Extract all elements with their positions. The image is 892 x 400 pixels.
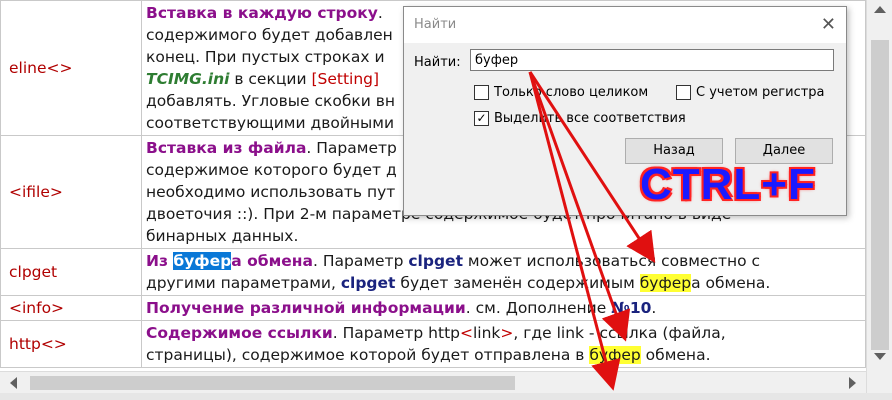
description-cell: Получение различной информации. см. Допо… xyxy=(141,295,866,321)
description-cell: Содержимое ссылки. Параметр http<link>, … xyxy=(141,320,866,368)
dialog-titlebar: Найти ✕ xyxy=(404,7,846,43)
scroll-left-icon[interactable] xyxy=(10,377,17,389)
ini-section: [Setting] xyxy=(311,70,380,88)
param-cell: eline<> xyxy=(0,0,142,136)
highlight-all-label: Выделить все соответствия xyxy=(494,111,686,126)
find-label: Найти: xyxy=(414,55,461,70)
param-cell: clpget xyxy=(0,248,142,296)
whole-word-label: Только слово целиком xyxy=(494,85,649,100)
param-cell: http<> xyxy=(0,320,142,368)
dialog-title: Найти xyxy=(414,17,457,32)
search-match: буфер xyxy=(639,274,692,292)
horizontal-scrollbar[interactable] xyxy=(0,371,866,394)
search-match: буфер xyxy=(589,346,641,364)
scroll-right-icon[interactable] xyxy=(849,377,856,389)
close-icon[interactable]: ✕ xyxy=(821,14,836,35)
description-title: Содержимое ссылки xyxy=(146,324,333,342)
table-row: http<> Содержимое ссылки. Параметр http<… xyxy=(0,320,866,368)
checkbox-box[interactable] xyxy=(474,85,489,100)
description-title: Вставка из файла xyxy=(146,139,307,157)
ini-filename: TCIMG.ini xyxy=(146,70,230,88)
table-row: clpget Из буфера обмена. Параметр clpget… xyxy=(0,248,866,296)
keyword: clpget xyxy=(340,274,396,292)
checkmark-icon[interactable]: ✓ xyxy=(474,111,489,126)
table-row: <info> Получение различной информации. с… xyxy=(0,295,866,321)
find-input[interactable] xyxy=(470,49,834,71)
status-strip xyxy=(0,393,892,400)
param-cell: <ifile> xyxy=(0,135,142,249)
scroll-up-icon[interactable] xyxy=(874,6,886,13)
match-case-checkbox[interactable]: С учетом регистра xyxy=(676,85,825,100)
scroll-down-icon[interactable] xyxy=(874,353,886,360)
description-title: Вставка в каждую строку xyxy=(146,4,378,22)
vertical-scroll-thumb[interactable] xyxy=(871,40,889,350)
checkbox-box[interactable] xyxy=(676,85,691,100)
appendix-link[interactable]: №10 xyxy=(611,299,651,317)
match-case-label: С учетом регистра xyxy=(696,85,825,100)
whole-word-checkbox[interactable]: Только слово целиком xyxy=(474,85,648,100)
highlight-all-checkbox[interactable]: ✓ Выделить все соответствия xyxy=(474,111,686,126)
keyword: clpget xyxy=(408,252,463,270)
description-cell: Из буфера обмена. Параметр clpget может … xyxy=(141,248,866,296)
horizontal-scroll-thumb[interactable] xyxy=(30,376,515,390)
shortcut-overlay-text: CTRL+F xyxy=(640,160,816,209)
current-match: буфер xyxy=(173,252,232,270)
param-cell: <info> xyxy=(0,295,142,321)
description-title: Получение различной информации xyxy=(146,299,466,317)
vertical-scrollbar[interactable] xyxy=(866,0,892,400)
